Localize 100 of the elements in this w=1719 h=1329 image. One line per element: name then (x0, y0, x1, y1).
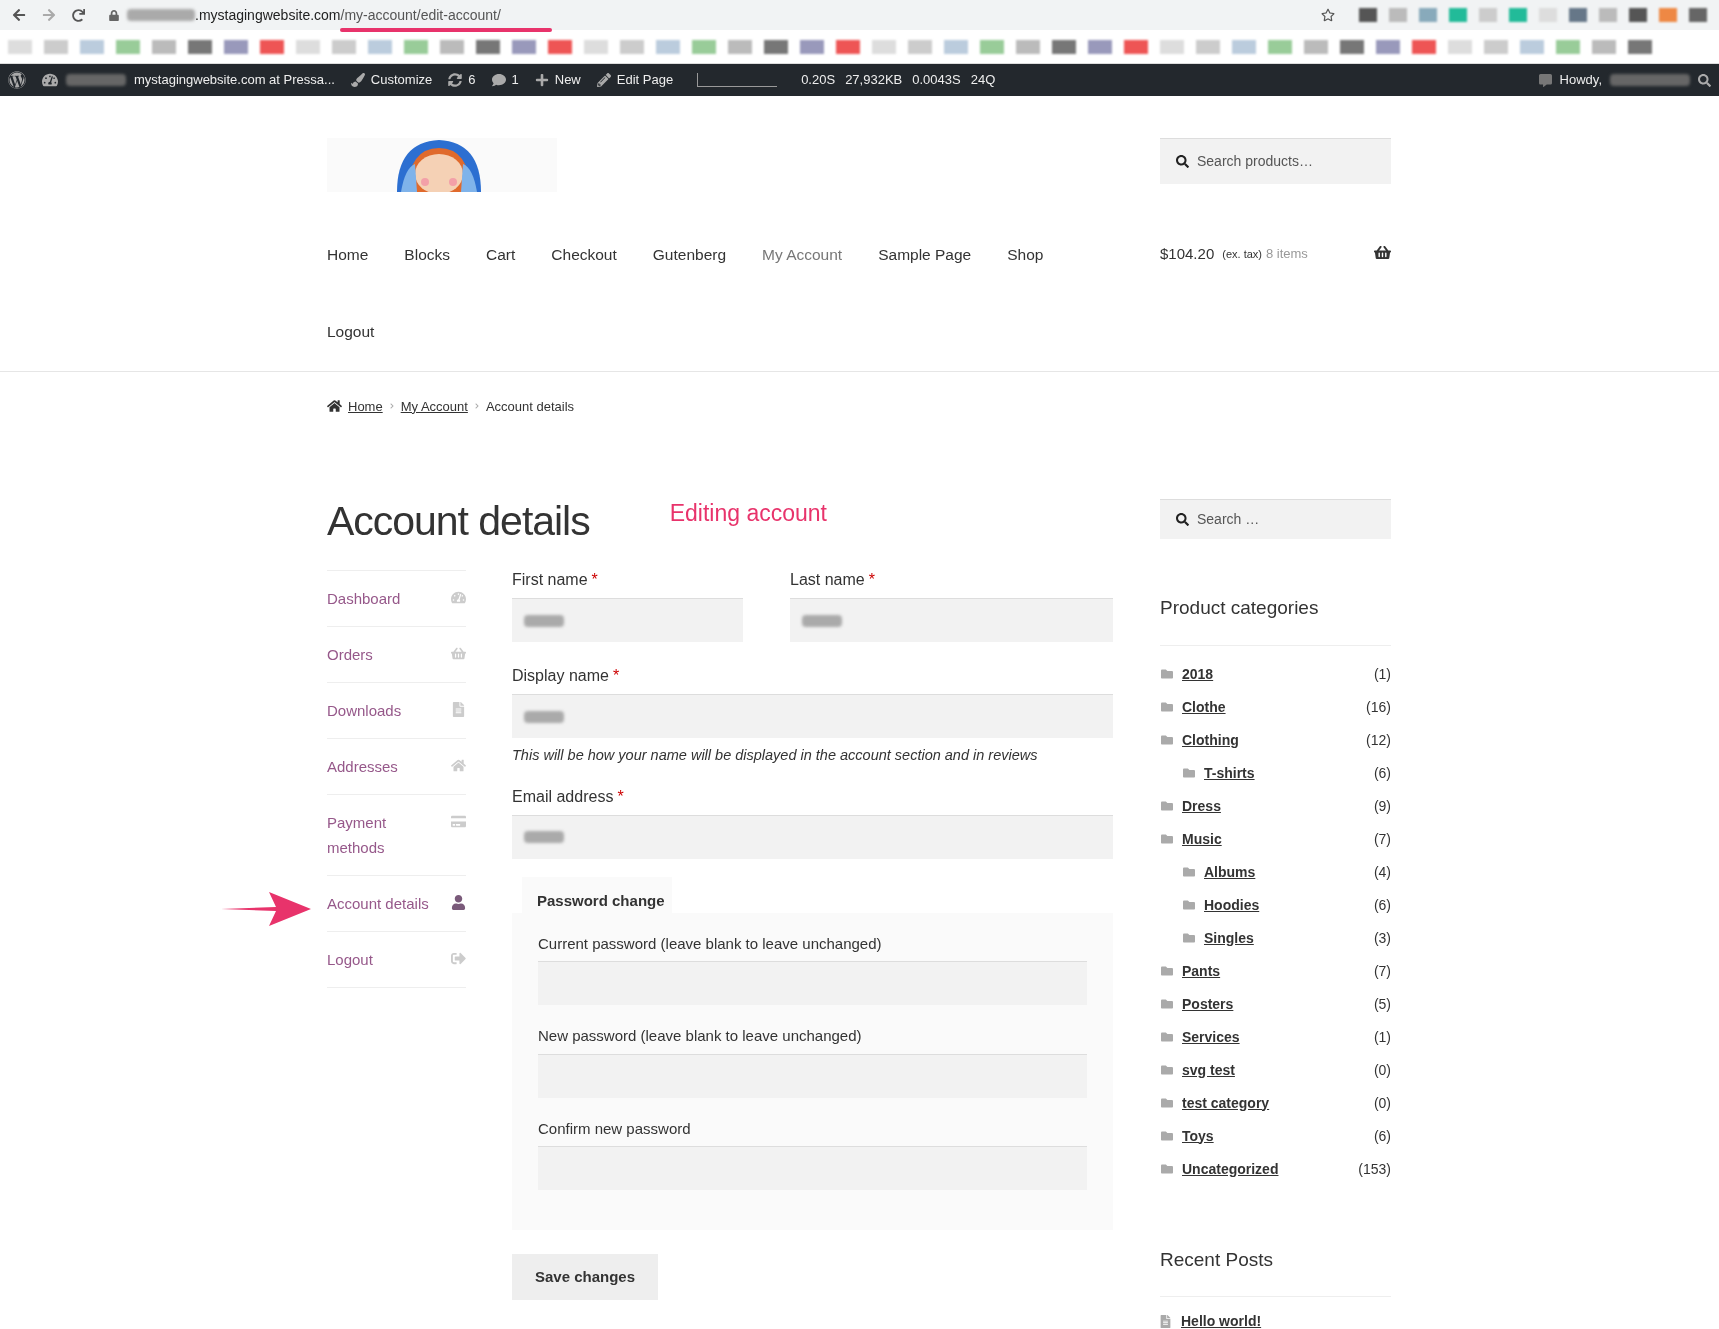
password-field[interactable] (538, 961, 1087, 1006)
account-menu-link[interactable]: Logout (327, 947, 437, 972)
category-link[interactable]: Dress (1182, 795, 1221, 817)
extension-icon[interactable] (1359, 8, 1377, 22)
category-link[interactable]: Singles (1204, 927, 1254, 949)
admin-bar-link[interactable]: Edit Page (596, 70, 674, 90)
blurred-value-drawing (802, 614, 842, 627)
category-link[interactable]: Services (1182, 1026, 1240, 1048)
post-link[interactable]: Hello world! (1181, 1311, 1262, 1329)
nav-link[interactable]: Gutenberg (652, 243, 727, 267)
nav-link[interactable]: Shop (1007, 243, 1044, 267)
extension-icon[interactable] (1689, 8, 1707, 22)
site-link[interactable]: mystagingwebsite.com at Pressa... (134, 70, 335, 90)
basket-icon[interactable] (1374, 244, 1391, 261)
extension-icon[interactable] (1419, 8, 1437, 22)
input-field[interactable] (512, 694, 1113, 738)
page-title: Account details (327, 501, 590, 542)
category-link[interactable]: svg test (1182, 1059, 1235, 1081)
star-icon[interactable] (1321, 8, 1335, 22)
category-link[interactable]: Pants (1182, 960, 1221, 982)
password-field[interactable] (538, 1146, 1087, 1191)
search-icon[interactable] (1698, 73, 1711, 87)
comment-icon (491, 73, 506, 87)
nav-link[interactable]: Blocks (404, 243, 450, 267)
account-menu-link[interactable]: Addresses (327, 754, 437, 779)
back-icon[interactable] (12, 8, 26, 22)
category-link[interactable]: Music (1182, 828, 1222, 850)
admin-bar-link[interactable]: Customize (350, 70, 433, 90)
extension-icon[interactable] (1509, 8, 1527, 22)
annotation-text: Editing account (669, 498, 827, 528)
account-menu-link[interactable]: Payment methods (327, 810, 437, 860)
category-link[interactable]: Clothing (1182, 729, 1239, 751)
document-icon (1160, 1315, 1171, 1328)
required-mark: * (868, 570, 875, 590)
folder-icon (1160, 701, 1174, 713)
category-count: (0) (1373, 1060, 1391, 1080)
admin-bar-link[interactable]: New (534, 70, 581, 90)
url-host: .mystagingwebsite.com (195, 6, 341, 23)
cart-total[interactable]: $104.20 (1160, 243, 1215, 266)
blurred-value-drawing (524, 710, 564, 723)
nav-link[interactable]: Logout (327, 320, 375, 344)
category-count: (6) (1373, 895, 1391, 915)
forward-icon[interactable] (42, 8, 56, 22)
extension-icon[interactable] (1599, 8, 1617, 22)
category-link[interactable]: Toys (1182, 1125, 1214, 1147)
input-field[interactable] (512, 814, 1113, 859)
admin-bar-link[interactable]: 6 (448, 70, 476, 90)
breadcrumb-link[interactable]: Home (348, 396, 383, 416)
category-count: (153) (1358, 1159, 1391, 1179)
extension-icon[interactable] (1659, 8, 1677, 22)
extension-icon[interactable] (1569, 8, 1587, 22)
refresh-icon (448, 73, 463, 87)
extension-icon[interactable] (1389, 8, 1407, 22)
reload-icon[interactable] (72, 8, 85, 22)
search-field[interactable]: Search products… (1160, 138, 1391, 184)
fieldset-legend: Password change (537, 890, 665, 913)
category-link[interactable]: T-shirts (1204, 762, 1255, 784)
account-menu-link[interactable]: Dashboard (327, 586, 437, 611)
category-count: (6) (1373, 763, 1391, 783)
password-field[interactable] (538, 1053, 1087, 1098)
greeting[interactable]: Howdy, (1559, 70, 1602, 90)
category-link[interactable]: Albums (1204, 861, 1256, 883)
search-icon (1176, 155, 1189, 168)
tax-note: (ex. tax) (1222, 247, 1262, 262)
account-menu-link[interactable]: Account details (327, 891, 437, 916)
speech-icon (1538, 73, 1552, 87)
admin-bar-link[interactable]: 1 (491, 70, 519, 90)
query-stat: 24Q (970, 71, 996, 90)
extension-icon[interactable] (1479, 8, 1497, 22)
category-count: (1) (1373, 1027, 1391, 1047)
query-stat: 27,932KB (845, 71, 903, 90)
category-link[interactable]: Posters (1182, 993, 1234, 1015)
nav-link[interactable]: Checkout (551, 243, 617, 267)
category-link[interactable]: Clothe (1182, 696, 1226, 718)
category-link[interactable]: 2018 (1182, 663, 1214, 685)
nav-link[interactable]: Cart (486, 243, 516, 267)
account-menu-link[interactable]: Orders (327, 642, 437, 667)
nav-link[interactable]: Home (327, 243, 369, 267)
input-field[interactable] (790, 598, 1113, 642)
search-field[interactable]: Search … (1160, 499, 1391, 539)
breadcrumb-link[interactable]: My Account (400, 396, 468, 416)
query-stat: 0.20S (801, 71, 836, 90)
account-menu-link[interactable]: Downloads (327, 698, 437, 723)
extension-icon[interactable] (1629, 8, 1647, 22)
folder-icon (1160, 1163, 1174, 1175)
category-link[interactable]: test category (1182, 1092, 1270, 1114)
extension-icon[interactable] (1449, 8, 1467, 22)
wordpress-icon[interactable] (8, 71, 26, 89)
category-link[interactable]: Uncategorized (1182, 1158, 1279, 1180)
save-button[interactable]: Save changes (512, 1254, 659, 1301)
category-count: (9) (1373, 796, 1391, 816)
nav-link[interactable]: Sample Page (878, 243, 972, 267)
nav-link[interactable]: My Account (762, 243, 843, 267)
blurred-value-drawing (524, 831, 564, 844)
blurred-value-drawing (524, 614, 564, 627)
field-label: First name (512, 570, 588, 590)
category-count: (7) (1373, 961, 1391, 981)
category-count: (0) (1373, 1093, 1391, 1113)
category-link[interactable]: Hoodies (1204, 894, 1260, 916)
input-field[interactable] (512, 598, 743, 642)
